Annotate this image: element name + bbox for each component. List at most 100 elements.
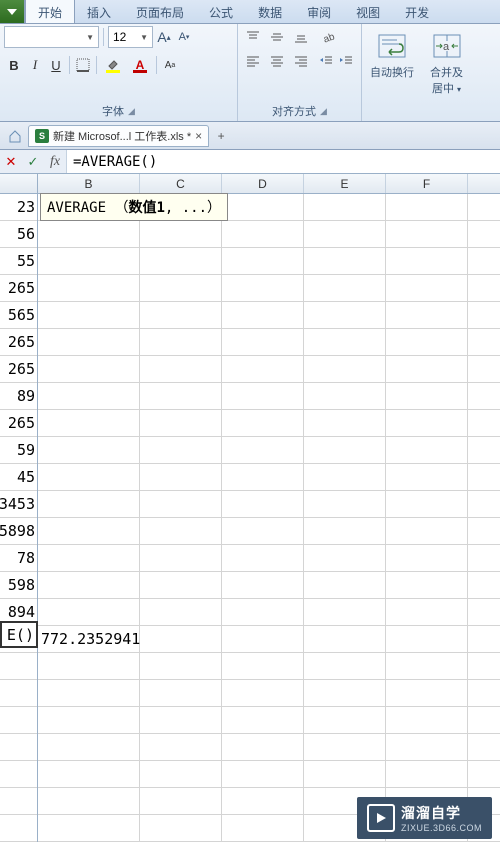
- align-left-button[interactable]: [242, 50, 264, 72]
- cell[interactable]: [386, 653, 468, 679]
- cell[interactable]: [140, 437, 222, 463]
- cell[interactable]: [38, 680, 140, 706]
- cell[interactable]: [140, 329, 222, 355]
- cell[interactable]: [304, 626, 386, 652]
- tab-view[interactable]: 视图: [344, 0, 393, 23]
- cell[interactable]: [38, 815, 140, 841]
- document-tab[interactable]: S 新建 Microsof...l 工作表.xls * ×: [28, 125, 209, 147]
- cell[interactable]: [386, 761, 468, 787]
- col-header-B[interactable]: B: [38, 174, 140, 193]
- cell[interactable]: [38, 599, 140, 625]
- cell[interactable]: [386, 599, 468, 625]
- align-center-button[interactable]: [266, 50, 288, 72]
- underline-button[interactable]: U: [46, 54, 66, 76]
- cell[interactable]: [140, 653, 222, 679]
- cell[interactable]: 565: [0, 302, 37, 329]
- cell[interactable]: 89: [0, 383, 37, 410]
- cell[interactable]: [304, 383, 386, 409]
- tab-data[interactable]: 数据: [246, 0, 295, 23]
- cell[interactable]: [140, 221, 222, 247]
- alignment-dialog-launcher[interactable]: ◢: [320, 106, 327, 117]
- cell[interactable]: [386, 275, 468, 301]
- cell[interactable]: [386, 437, 468, 463]
- cancel-formula-button[interactable]: ✕: [0, 150, 22, 173]
- cell[interactable]: [222, 221, 304, 247]
- tab-page-layout[interactable]: 页面布局: [124, 0, 197, 23]
- cell[interactable]: [386, 707, 468, 733]
- cell[interactable]: [386, 221, 468, 247]
- col-header-E[interactable]: E: [304, 174, 386, 193]
- cell[interactable]: [38, 491, 140, 517]
- orientation-button[interactable]: ab: [316, 26, 342, 48]
- font-size-combo[interactable]: 12 ▼: [108, 26, 153, 48]
- cell[interactable]: [140, 680, 222, 706]
- cell[interactable]: [222, 410, 304, 436]
- cell[interactable]: [140, 599, 222, 625]
- cell[interactable]: [304, 464, 386, 490]
- cell[interactable]: [304, 734, 386, 760]
- cell[interactable]: [38, 734, 140, 760]
- cell[interactable]: [304, 572, 386, 598]
- cell[interactable]: [386, 734, 468, 760]
- cell[interactable]: [38, 464, 140, 490]
- cell[interactable]: [222, 356, 304, 382]
- cell[interactable]: [38, 788, 140, 814]
- cell[interactable]: [0, 734, 37, 761]
- cell[interactable]: [222, 788, 304, 814]
- cell[interactable]: [140, 356, 222, 382]
- fill-color-button[interactable]: [100, 54, 126, 76]
- cell[interactable]: [386, 194, 468, 220]
- cell[interactable]: [386, 410, 468, 436]
- cell[interactable]: [140, 410, 222, 436]
- cell[interactable]: [386, 518, 468, 544]
- cell[interactable]: 5898: [0, 518, 37, 545]
- phonetic-button[interactable]: Aa: [160, 54, 180, 76]
- cell[interactable]: [304, 302, 386, 328]
- cell[interactable]: [304, 356, 386, 382]
- cell[interactable]: [140, 518, 222, 544]
- cell[interactable]: [222, 248, 304, 274]
- align-top-button[interactable]: [242, 26, 264, 48]
- cell[interactable]: [0, 788, 37, 815]
- align-bottom-button[interactable]: [290, 26, 312, 48]
- cell[interactable]: [140, 545, 222, 571]
- add-tab-button[interactable]: +: [211, 126, 231, 146]
- cell[interactable]: [386, 545, 468, 571]
- cell[interactable]: 23: [0, 194, 37, 221]
- cell[interactable]: [304, 518, 386, 544]
- cell[interactable]: [0, 680, 37, 707]
- cell[interactable]: [38, 356, 140, 382]
- align-middle-button[interactable]: [266, 26, 288, 48]
- cell[interactable]: [304, 761, 386, 787]
- cell[interactable]: [386, 383, 468, 409]
- cell[interactable]: [386, 491, 468, 517]
- cell[interactable]: [222, 572, 304, 598]
- font-dialog-launcher[interactable]: ◢: [128, 106, 135, 117]
- cell[interactable]: [222, 518, 304, 544]
- cell[interactable]: [140, 383, 222, 409]
- cell[interactable]: [222, 734, 304, 760]
- cell[interactable]: [140, 572, 222, 598]
- cell[interactable]: [386, 248, 468, 274]
- increase-indent-button[interactable]: [336, 50, 356, 72]
- close-tab-button[interactable]: ×: [195, 129, 202, 143]
- tab-home[interactable]: 开始: [25, 0, 75, 23]
- cell[interactable]: [38, 545, 140, 571]
- cell[interactable]: [304, 248, 386, 274]
- merge-center-button[interactable]: a 合并及居中 ▾: [424, 28, 469, 98]
- cell[interactable]: [222, 302, 304, 328]
- cell[interactable]: [38, 410, 140, 436]
- cell[interactable]: [38, 275, 140, 301]
- cell[interactable]: [140, 464, 222, 490]
- cell[interactable]: [38, 572, 140, 598]
- active-editing-cell[interactable]: E(): [0, 621, 38, 648]
- tab-insert[interactable]: 插入: [75, 0, 124, 23]
- cell[interactable]: [140, 761, 222, 787]
- file-menu-button[interactable]: [0, 0, 25, 23]
- italic-button[interactable]: I: [25, 54, 45, 76]
- insert-function-button[interactable]: fx: [44, 150, 66, 173]
- decrease-indent-button[interactable]: [316, 50, 336, 72]
- cell[interactable]: 265: [0, 410, 37, 437]
- cell[interactable]: [222, 329, 304, 355]
- cell[interactable]: 265: [0, 329, 37, 356]
